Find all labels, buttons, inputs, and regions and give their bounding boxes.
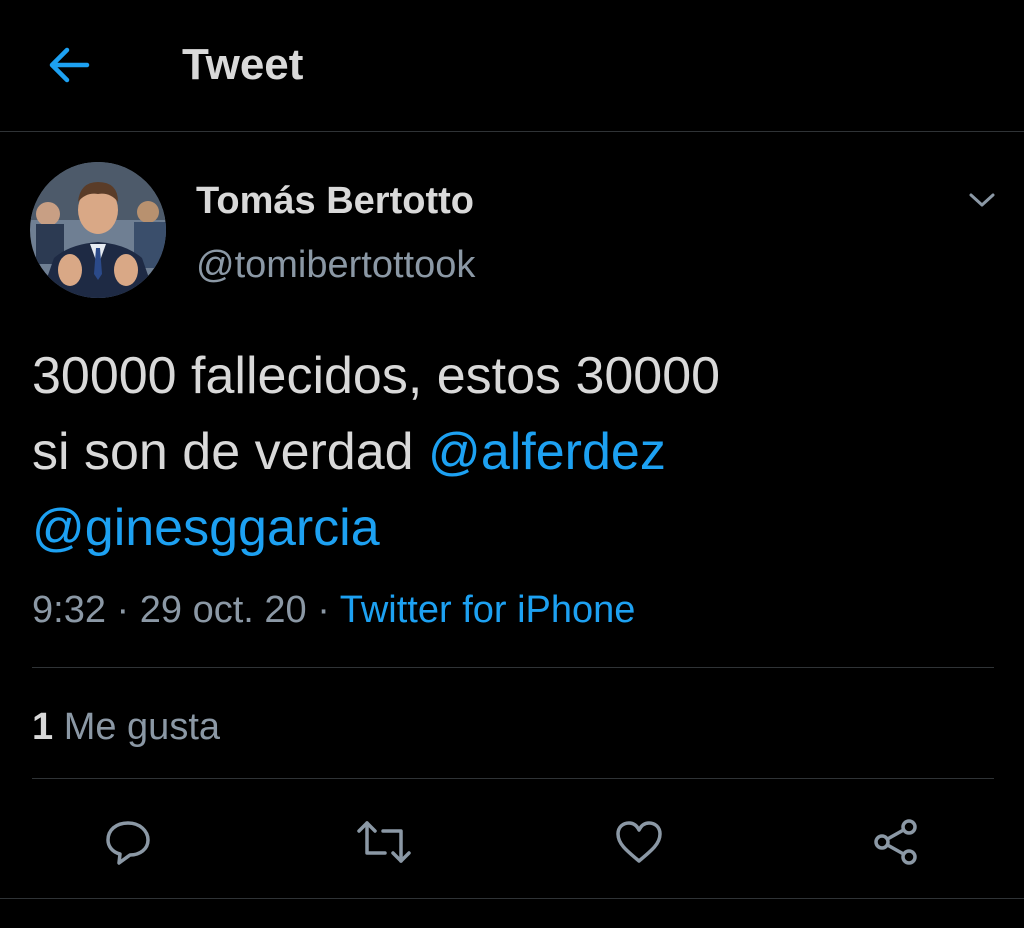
author-name[interactable]: Tomás Bertotto [196, 178, 474, 224]
like-button[interactable] [607, 810, 671, 874]
tweet-text-segment: si son de verdad [32, 423, 414, 481]
share-icon [874, 819, 917, 865]
reply-icon [106, 821, 150, 865]
likes-label: Me gusta [63, 706, 221, 748]
app-header: Tweet [0, 0, 1024, 132]
mention-link[interactable]: @alferdez [428, 423, 666, 481]
heart-icon [616, 821, 662, 863]
chevron-down-icon [969, 193, 995, 207]
separator: · [317, 589, 330, 631]
retweet-button[interactable] [352, 810, 416, 874]
separator: · [116, 589, 130, 631]
likes-count: 1 [32, 706, 54, 748]
mention-link[interactable]: @ginesggarcia [32, 499, 380, 557]
tweet-time: 9:32 [32, 589, 106, 631]
tweet-meta: 9:32 · 29 oct. 20 · Twitter for iPhone [32, 586, 635, 634]
divider [32, 667, 994, 668]
retweet-icon [357, 821, 411, 863]
tweet-source-link[interactable]: Twitter for iPhone [340, 589, 636, 631]
tweet-text-line: si son de verdad @alferdez [32, 414, 992, 490]
avatar[interactable] [30, 162, 166, 298]
tweet-text: 30000 fallecidos, estos 30000 si son de … [32, 338, 992, 566]
tweet-text-line: @ginesggarcia [32, 490, 992, 566]
tweet-options-button[interactable] [958, 180, 1006, 220]
tweet-text-line: 30000 fallecidos, estos 30000 [32, 347, 721, 405]
share-button[interactable] [864, 810, 928, 874]
avatar-photo [30, 162, 166, 298]
likes-stat[interactable]: 1 Me gusta [32, 704, 220, 750]
tweet-date: 29 oct. 20 [139, 589, 307, 631]
divider [32, 778, 994, 779]
author-handle[interactable]: @tomibertottook [196, 242, 475, 288]
divider [0, 898, 1024, 899]
back-button[interactable] [40, 38, 98, 92]
arrow-left-icon [49, 47, 90, 83]
reply-button[interactable] [96, 810, 160, 874]
page-title: Tweet [182, 40, 304, 89]
